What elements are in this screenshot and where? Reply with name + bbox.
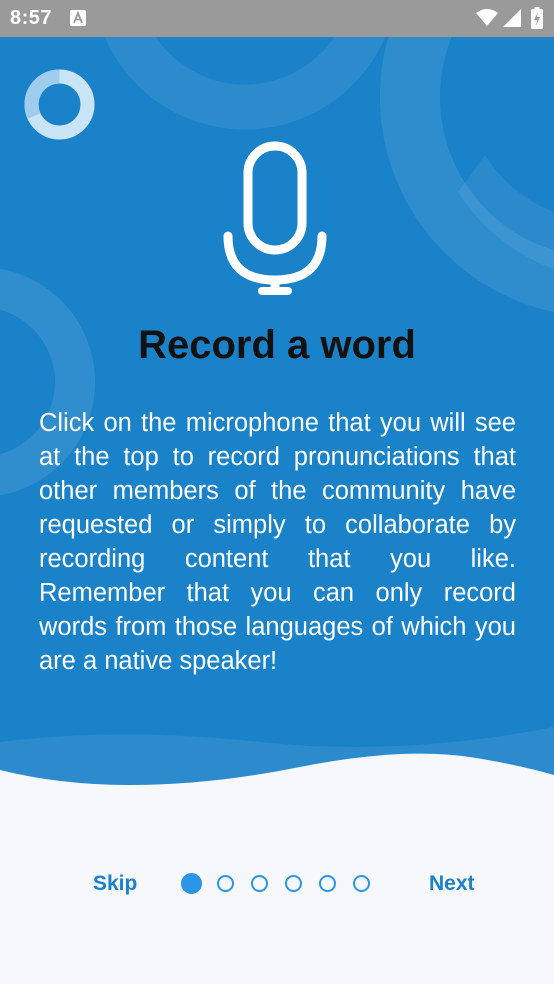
- onboarding-navigation: Skip Next: [0, 860, 554, 910]
- status-bar: 8:57: [0, 0, 554, 37]
- microphone-icon[interactable]: [220, 140, 330, 300]
- status-time: 8:57: [10, 7, 53, 29]
- wifi-icon: [476, 9, 498, 26]
- page-dot-3[interactable]: [251, 875, 268, 892]
- page-dot-2[interactable]: [217, 875, 234, 892]
- bottom-wave: [0, 753, 554, 815]
- battery-charging-icon: [531, 7, 543, 29]
- skip-button[interactable]: Skip: [93, 872, 137, 896]
- page-dot-5[interactable]: [319, 875, 336, 892]
- next-button[interactable]: Next: [429, 872, 475, 896]
- notification-a-icon: [70, 10, 86, 26]
- ring-logo-icon: [24, 69, 95, 140]
- onboarding-screen: 8:57 Record a word Click on the micropho…: [0, 0, 554, 984]
- page-dot-4[interactable]: [285, 875, 302, 892]
- page-title: Record a word: [138, 323, 416, 367]
- page-dot-6[interactable]: [353, 875, 370, 892]
- description-text: Click on the microphone that you will se…: [39, 409, 516, 675]
- page-dot-1[interactable]: [181, 873, 202, 894]
- hero-panel: Record a word Click on the microphone th…: [0, 37, 554, 807]
- signal-icon: [503, 9, 521, 27]
